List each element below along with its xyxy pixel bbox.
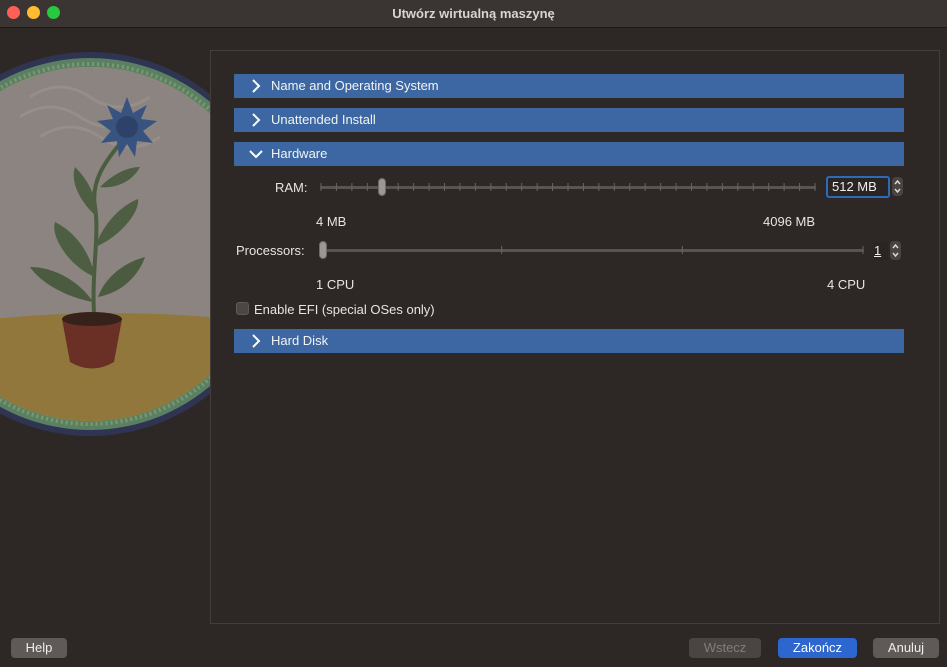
section-hardware[interactable]: Hardware: [234, 142, 904, 166]
enable-efi-checkbox[interactable]: [236, 302, 249, 315]
back-button[interactable]: Wstecz: [689, 638, 761, 658]
processors-label: Processors:: [236, 243, 305, 258]
processors-max-label: 4 CPU: [827, 277, 866, 292]
processors-value-input[interactable]: 1: [874, 242, 888, 260]
window-title: Utwórz wirtualną maszynę: [392, 6, 555, 21]
processors-stepper[interactable]: [890, 241, 901, 260]
ram-max-label: 4096 MB: [763, 214, 816, 229]
section-name-and-os-label: Name and Operating System: [271, 78, 439, 93]
processors-min-label: 1 CPU: [316, 277, 355, 292]
ram-min-label: 4 MB: [316, 214, 347, 229]
ram-stepper[interactable]: [892, 177, 903, 196]
section-name-and-os[interactable]: Name and Operating System: [234, 74, 904, 98]
help-button[interactable]: Help: [11, 638, 67, 658]
ram-label: RAM:: [275, 180, 308, 195]
ram-slider-ticks: [320, 183, 816, 191]
enable-efi-label[interactable]: Enable EFI (special OSes only): [254, 302, 435, 317]
chevron-right-icon: [252, 334, 261, 348]
create-vm-window: Utwórz wirtualną maszynę Name and Operat…: [0, 0, 947, 667]
cancel-button[interactable]: Anuluj: [873, 638, 939, 658]
section-hardware-label: Hardware: [271, 146, 328, 161]
section-hard-disk-label: Hard Disk: [271, 333, 329, 348]
chevron-right-icon: [252, 79, 261, 93]
finish-button[interactable]: Zakończ: [778, 638, 857, 658]
ram-value-input[interactable]: 512 MB: [826, 176, 890, 198]
section-hard-disk[interactable]: Hard Disk: [234, 329, 904, 353]
chevron-right-icon: [252, 113, 261, 127]
processors-slider-ticks: [320, 246, 864, 254]
ram-slider-handle[interactable]: [378, 178, 386, 196]
section-unattended-install-label: Unattended Install: [271, 112, 376, 127]
title-bar: Utwórz wirtualną maszynę: [0, 0, 947, 28]
processors-slider-handle[interactable]: [319, 241, 327, 259]
chevron-down-icon: [249, 150, 263, 159]
section-unattended-install[interactable]: Unattended Install: [234, 108, 904, 132]
